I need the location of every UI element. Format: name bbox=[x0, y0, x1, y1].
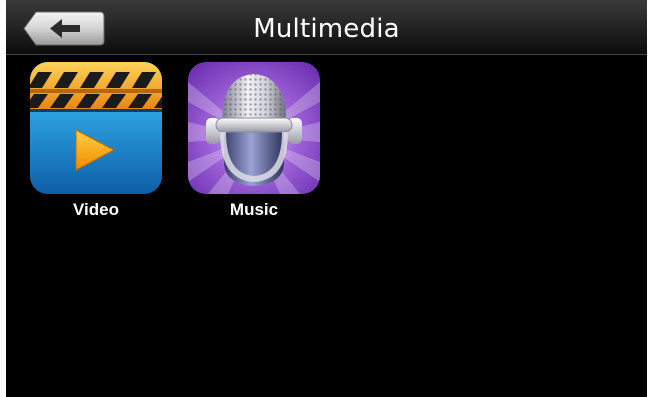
microphone-icon bbox=[188, 62, 320, 194]
clapperboard-play-icon bbox=[30, 62, 162, 194]
app-video[interactable]: Video bbox=[30, 62, 162, 224]
device-screen: Multimedia Video Music bbox=[6, 0, 647, 397]
app-label-video: Video bbox=[73, 200, 119, 219]
app-music[interactable]: Music bbox=[188, 62, 320, 224]
back-button[interactable] bbox=[22, 10, 106, 47]
left-arrow-icon bbox=[23, 11, 105, 46]
app-label-music: Music bbox=[229, 200, 279, 219]
title-bar: Multimedia bbox=[6, 0, 647, 55]
